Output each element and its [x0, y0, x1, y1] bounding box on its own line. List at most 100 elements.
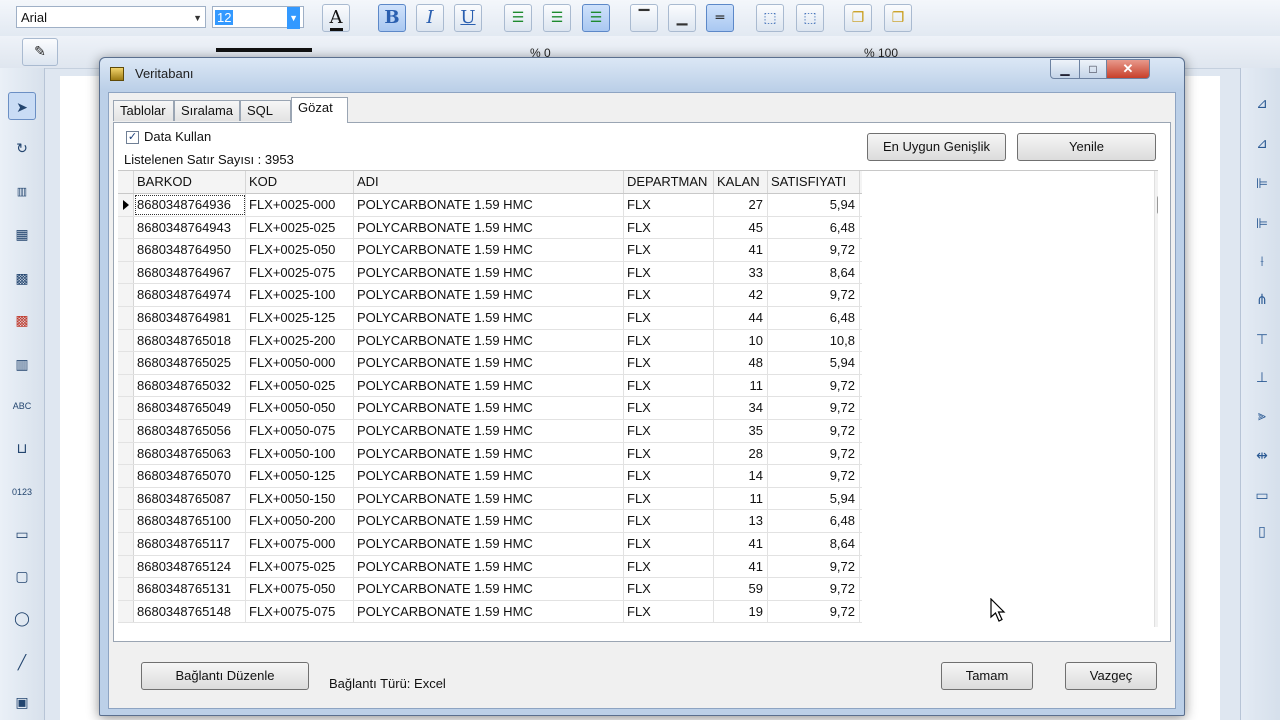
- table-cell[interactable]: FLX: [624, 194, 714, 216]
- table-cell[interactable]: 5,94: [768, 194, 860, 216]
- table-cell[interactable]: 8680348765117: [134, 532, 246, 555]
- table-row[interactable]: 8680348764981 FLX+0025-125 POLYCARBONATE 1…: [118, 306, 862, 330]
- table-cell[interactable]: FLX+0050-025: [246, 374, 354, 397]
- table-cell[interactable]: 8680348765056: [134, 419, 246, 442]
- table-cell[interactable]: FLX+0050-100: [246, 442, 354, 465]
- counter-icon[interactable]: 0123: [8, 478, 36, 506]
- table-cell[interactable]: 6,48: [768, 306, 860, 329]
- table-cell[interactable]: 44: [714, 306, 768, 329]
- table-cell[interactable]: 9,72: [768, 578, 860, 600]
- vertical-scrollbar[interactable]: ▲ ▼: [1154, 171, 1158, 627]
- table-row[interactable]: 8680348765117 FLX+0075-000 POLYCARBONATE 1…: [118, 532, 862, 556]
- table-cell[interactable]: FLX+0075-075: [246, 600, 354, 623]
- table-cell[interactable]: POLYCARBONATE 1.59 HMC: [354, 442, 624, 465]
- qr-code-icon[interactable]: ▦: [8, 220, 36, 248]
- table-cell[interactable]: FLX+0050-200: [246, 510, 354, 532]
- table-cell[interactable]: 8680348765070: [134, 465, 246, 487]
- table-cell[interactable]: 8680348765087: [134, 487, 246, 510]
- row-indicator[interactable]: [118, 419, 134, 442]
- row-indicator[interactable]: [118, 374, 134, 397]
- table-cell[interactable]: 9,72: [768, 600, 860, 623]
- tab-sql[interactable]: SQL: [240, 100, 291, 121]
- align-right-button[interactable]: ☰: [582, 4, 610, 32]
- table-cell[interactable]: 8680348765100: [134, 510, 246, 532]
- table-cell[interactable]: FLX+0050-125: [246, 465, 354, 487]
- table-cell[interactable]: FLX+0025-025: [246, 216, 354, 239]
- table-cell[interactable]: POLYCARBONATE 1.59 HMC: [354, 216, 624, 239]
- horizontal-space-icon[interactable]: ⇹: [1251, 444, 1273, 466]
- row-indicator[interactable]: [118, 555, 134, 578]
- table-cell[interactable]: FLX+0075-025: [246, 555, 354, 578]
- same-width-icon[interactable]: ▭: [1251, 484, 1273, 506]
- align-left-button[interactable]: ☰: [504, 4, 532, 32]
- table-cell[interactable]: 8680348765025: [134, 352, 246, 374]
- table-cell[interactable]: POLYCARBONATE 1.59 HMC: [354, 239, 624, 261]
- table-cell[interactable]: POLYCARBONATE 1.59 HMC: [354, 510, 624, 532]
- table-cell[interactable]: 14: [714, 465, 768, 487]
- table-row[interactable]: 8680348765124 FLX+0075-025 POLYCARBONATE 1…: [118, 555, 862, 579]
- table-cell[interactable]: FLX: [624, 374, 714, 397]
- ok-button[interactable]: Tamam: [941, 662, 1033, 690]
- table-cell[interactable]: 9,72: [768, 284, 860, 306]
- align-right-edges-icon[interactable]: ⊫: [1251, 212, 1273, 234]
- vertical-center-icon[interactable]: ⫸: [1251, 404, 1273, 426]
- table-cell[interactable]: FLX: [624, 261, 714, 284]
- table-cell[interactable]: 6,48: [768, 216, 860, 239]
- table-cell[interactable]: POLYCARBONATE 1.59 HMC: [354, 600, 624, 623]
- table-cell[interactable]: 8680348765063: [134, 442, 246, 465]
- table-row[interactable]: 8680348765049 FLX+0050-050 POLYCARBONATE 1…: [118, 397, 862, 420]
- table-cell[interactable]: 9,72: [768, 419, 860, 442]
- align-center-icon[interactable]: ⟊: [1251, 250, 1273, 272]
- align-bottom-icon[interactable]: ⊥: [1251, 366, 1273, 388]
- bring-front-button[interactable]: ❐: [844, 4, 872, 32]
- table-cell[interactable]: FLX: [624, 216, 714, 239]
- table-cell[interactable]: FLX+0075-050: [246, 578, 354, 600]
- rotate-icon[interactable]: ↻: [8, 134, 36, 162]
- table-cell[interactable]: 45: [714, 216, 768, 239]
- table-row[interactable]: 8680348764967 FLX+0025-075 POLYCARBONATE 1…: [118, 261, 862, 285]
- table-cell[interactable]: POLYCARBONATE 1.59 HMC: [354, 419, 624, 442]
- row-indicator[interactable]: [118, 216, 134, 239]
- table-cell[interactable]: 13: [714, 510, 768, 532]
- italic-button[interactable]: I: [416, 4, 444, 32]
- table-cell[interactable]: 48: [714, 352, 768, 374]
- table-cell[interactable]: POLYCARBONATE 1.59 HMC: [354, 261, 624, 284]
- table-cell[interactable]: 42: [714, 284, 768, 306]
- table-row[interactable]: 8680348764974 FLX+0025-100 POLYCARBONATE 1…: [118, 284, 862, 307]
- same-height-icon[interactable]: ▯: [1251, 520, 1273, 542]
- align-icon[interactable]: ⊿: [1251, 92, 1273, 114]
- column-header[interactable]: BARKOD: [134, 171, 246, 193]
- table-cell[interactable]: FLX: [624, 239, 714, 261]
- table-cell[interactable]: POLYCARBONATE 1.59 HMC: [354, 329, 624, 352]
- dialog-titlebar[interactable]: Veritabanı ▁ □ ✕: [100, 58, 1184, 90]
- table-cell[interactable]: 8680348765131: [134, 578, 246, 600]
- font-size-combobox[interactable]: 12 ▼: [212, 6, 304, 29]
- table-cell[interactable]: FLX: [624, 487, 714, 510]
- table-cell[interactable]: FLX: [624, 329, 714, 352]
- datamatrix-icon[interactable]: ▩: [8, 264, 36, 292]
- cancel-button[interactable]: Vazgeç: [1065, 662, 1157, 690]
- table-cell[interactable]: FLX+0050-150: [246, 487, 354, 510]
- table-cell[interactable]: FLX: [624, 465, 714, 487]
- wash-symbol-icon[interactable]: ⊔: [8, 434, 36, 462]
- table-cell[interactable]: 5,94: [768, 487, 860, 510]
- table-cell[interactable]: 28: [714, 442, 768, 465]
- table-cell[interactable]: 9,72: [768, 465, 860, 487]
- close-button[interactable]: ✕: [1106, 59, 1150, 79]
- table-row[interactable]: 8680348765018 FLX+0025-200 POLYCARBONATE 1…: [118, 329, 862, 353]
- table-row[interactable]: 8680348765148 FLX+0075-075 POLYCARBONATE 1…: [118, 600, 862, 624]
- font-name-combobox[interactable]: Arial ▼: [16, 6, 206, 28]
- table-cell[interactable]: POLYCARBONATE 1.59 HMC: [354, 487, 624, 510]
- image-icon[interactable]: ▣: [8, 688, 36, 716]
- table-cell[interactable]: FLX: [624, 555, 714, 578]
- table-cell[interactable]: FLX+0050-000: [246, 352, 354, 374]
- line-width-sample[interactable]: [216, 48, 312, 52]
- tab-tablolar[interactable]: Tablolar: [113, 100, 174, 121]
- table-cell[interactable]: 10: [714, 329, 768, 352]
- table-row[interactable]: 8680348764950 FLX+0025-050 POLYCARBONATE 1…: [118, 239, 862, 262]
- table-cell[interactable]: 8680348764943: [134, 216, 246, 239]
- row-indicator[interactable]: [118, 352, 134, 374]
- table-cell[interactable]: 34: [714, 397, 768, 419]
- table-row[interactable]: 8680348765087 FLX+0050-150 POLYCARBONATE 1…: [118, 487, 862, 511]
- table-cell[interactable]: FLX: [624, 532, 714, 555]
